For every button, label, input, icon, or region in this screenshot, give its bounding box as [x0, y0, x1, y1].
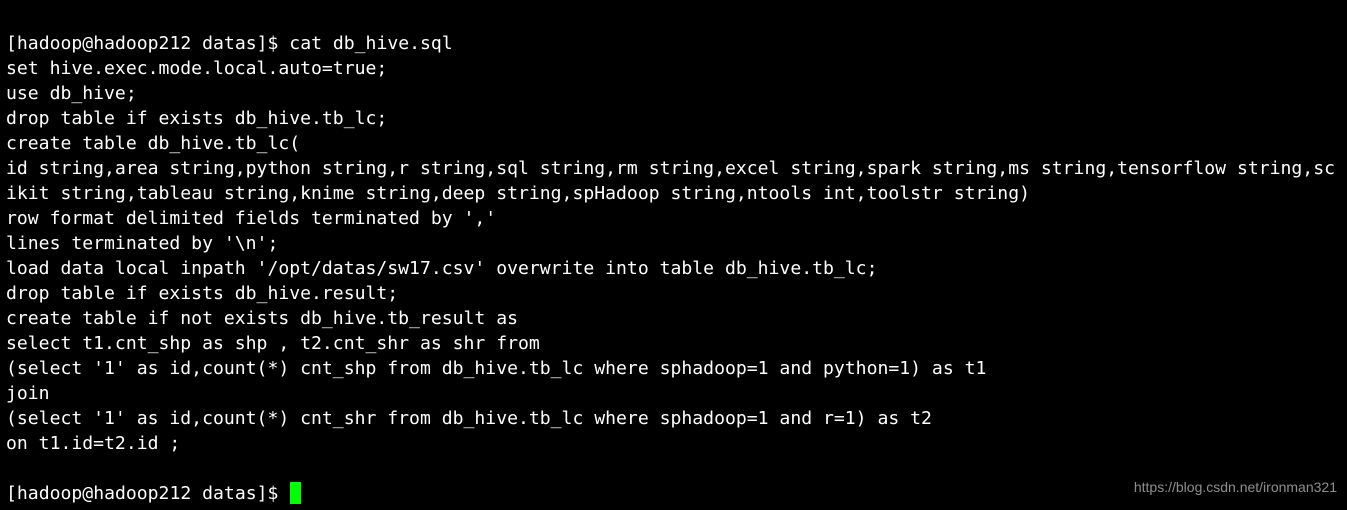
- prompt-line-2: [hadoop@hadoop212 datas]$: [6, 483, 301, 504]
- prompt-open: [: [6, 33, 17, 54]
- prompt-close: ]$: [257, 483, 290, 504]
- terminal-window[interactable]: [hadoop@hadoop212 datas]$ cat db_hive.sq…: [0, 0, 1347, 510]
- file-line: create table db_hive.tb_lc(: [6, 133, 300, 154]
- file-line: lines terminated by '\n';: [6, 233, 278, 254]
- cursor-block: [290, 482, 301, 504]
- prompt-path: datas: [202, 33, 256, 54]
- file-line: row format delimited fields terminated b…: [6, 208, 496, 229]
- prompt-path: datas: [202, 483, 256, 504]
- file-line: join: [6, 383, 50, 404]
- prompt-line-1: [hadoop@hadoop212 datas]$ cat db_hive.sq…: [6, 33, 453, 54]
- prompt-space: [191, 483, 202, 504]
- prompt-open: [: [6, 483, 17, 504]
- prompt-host: hadoop212: [93, 483, 191, 504]
- file-line: create table if not exists db_hive.tb_re…: [6, 308, 518, 329]
- prompt-at: @: [82, 33, 93, 54]
- prompt-space: [191, 33, 202, 54]
- file-line: drop table if exists db_hive.tb_lc;: [6, 108, 387, 129]
- prompt-close: ]$: [257, 33, 290, 54]
- file-line: select t1.cnt_shp as shp , t2.cnt_shr as…: [6, 333, 540, 354]
- prompt-user: hadoop: [17, 483, 82, 504]
- prompt-at: @: [82, 483, 93, 504]
- file-line: (select '1' as id,count(*) cnt_shp from …: [6, 358, 986, 379]
- prompt-host: hadoop212: [93, 33, 191, 54]
- command-text: cat db_hive.sql: [289, 33, 452, 54]
- watermark-text: https://blog.csdn.net/ironman321: [1134, 475, 1337, 500]
- prompt-user: hadoop: [17, 33, 82, 54]
- file-line: load data local inpath '/opt/datas/sw17.…: [6, 258, 877, 279]
- file-line: drop table if exists db_hive.result;: [6, 283, 398, 304]
- file-line: (select '1' as id,count(*) cnt_shr from …: [6, 408, 932, 429]
- file-line: use db_hive;: [6, 83, 137, 104]
- file-line: set hive.exec.mode.local.auto=true;: [6, 58, 387, 79]
- file-line: on t1.id=t2.id ;: [6, 433, 180, 454]
- file-line: id string,area string,python string,r st…: [6, 158, 1335, 204]
